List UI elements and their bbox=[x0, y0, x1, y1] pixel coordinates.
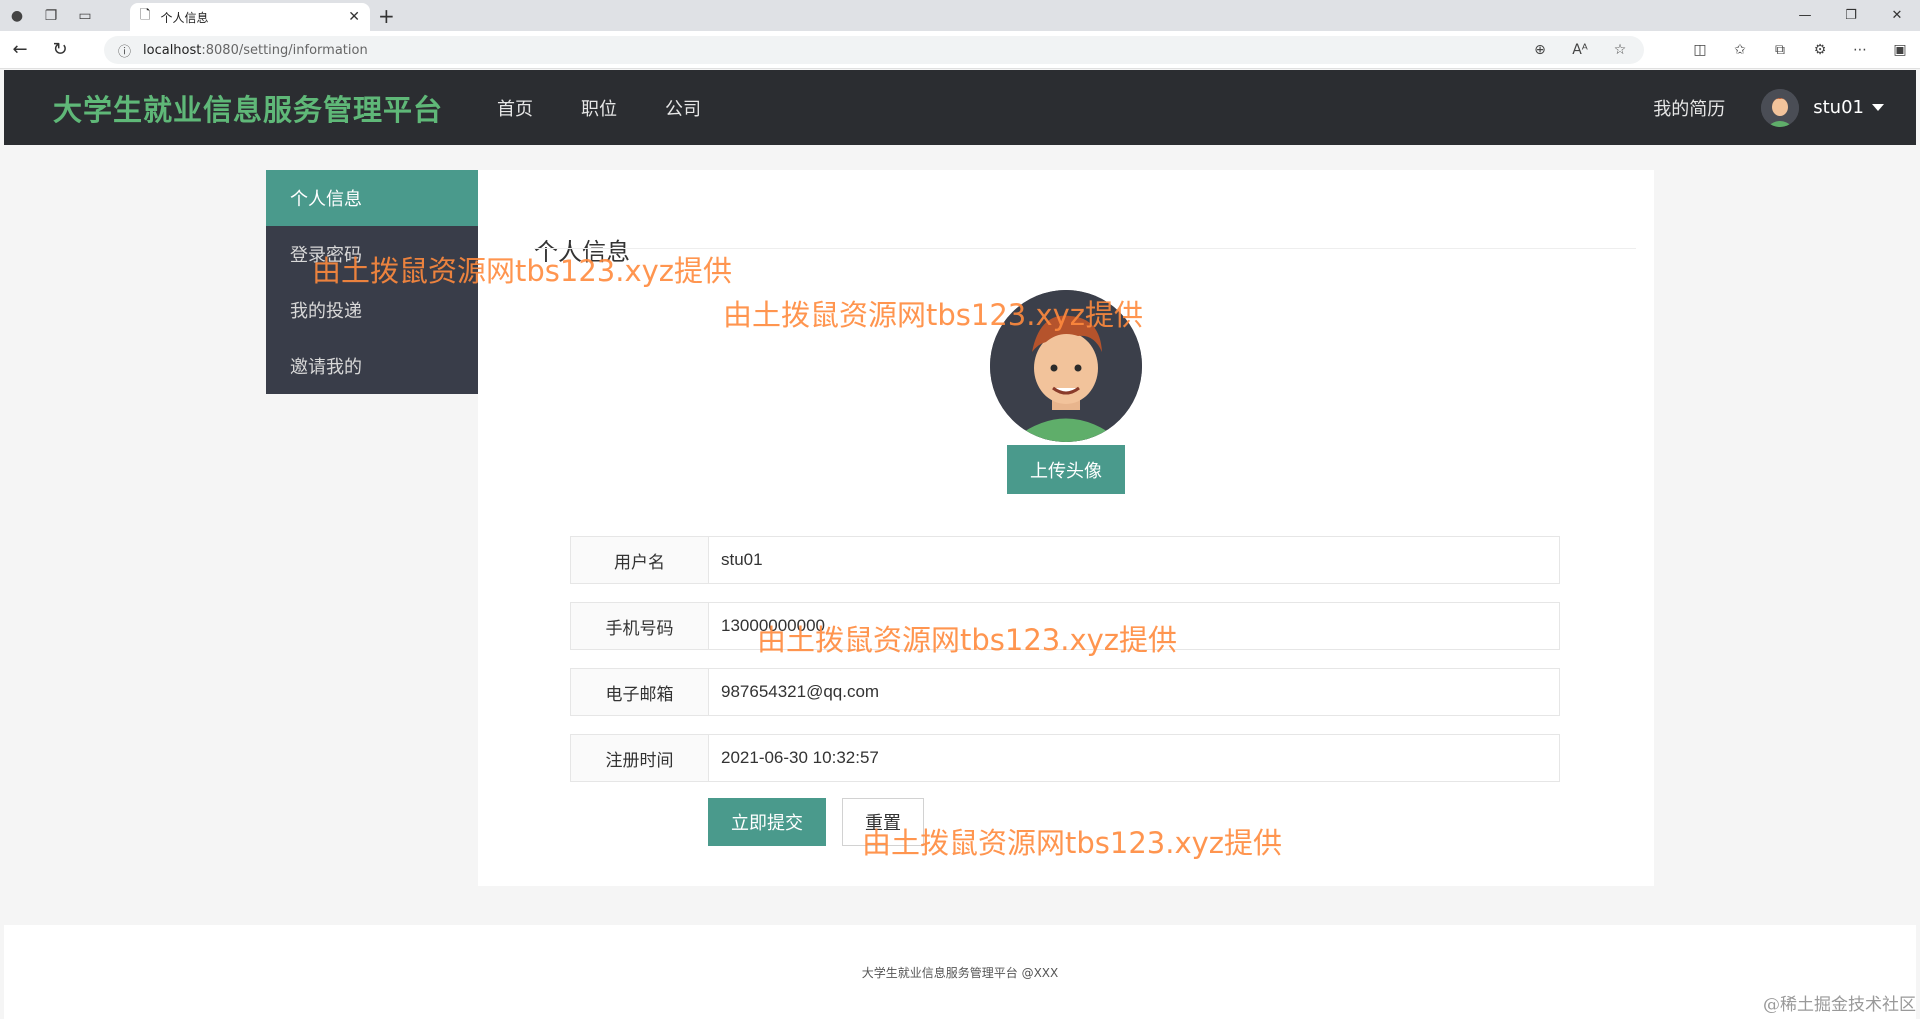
browser-actions: ◫ ✩ ⧉ ⚙ ⋯ ▣ bbox=[1680, 36, 1920, 64]
sidebar-toggle-icon[interactable]: ▣ bbox=[1880, 36, 1920, 64]
footer: 大学生就业信息服务管理平台 @XXX bbox=[4, 925, 1916, 1019]
read-aloud-icon[interactable]: Aᴬ bbox=[1560, 36, 1600, 64]
collections-toolbar-icon[interactable]: ⧉ bbox=[1760, 36, 1800, 64]
footer-text: 大学生就业信息服务管理平台 @XXX bbox=[861, 965, 1059, 980]
window-close-icon[interactable]: ✕ bbox=[1874, 0, 1920, 31]
nav-link-home[interactable]: 首页 bbox=[473, 95, 557, 121]
form-row-username: 用户名 stu01 bbox=[570, 536, 1560, 584]
split-screen-icon[interactable]: ◫ bbox=[1680, 36, 1720, 64]
registered-time-field[interactable]: 2021-06-30 10:32:57 bbox=[709, 735, 1559, 781]
window-controls: — ❐ ✕ bbox=[1782, 0, 1920, 31]
watermark-text: 由土拨鼠资源网tbs123.xyz提供 bbox=[723, 298, 1144, 332]
nav-links: 首页 职位 公司 bbox=[473, 95, 725, 121]
registered-label: 注册时间 bbox=[571, 735, 709, 781]
favorite-star-icon[interactable]: ☆ bbox=[1600, 36, 1640, 64]
page-icon: 🗋 bbox=[140, 8, 151, 23]
minimize-icon[interactable]: — bbox=[1782, 0, 1828, 31]
tab-title: 个人信息 bbox=[160, 10, 209, 25]
extensions-icon[interactable]: ⚙ bbox=[1800, 36, 1840, 64]
profile-icon[interactable]: ● bbox=[0, 0, 34, 31]
username-field[interactable]: stu01 bbox=[709, 537, 1559, 583]
watermark-text: 由土拨鼠资源网tbs123.xyz提供 bbox=[757, 623, 1178, 657]
avatar-face-icon bbox=[1761, 88, 1800, 127]
watermark-text: 由土拨鼠资源网tbs123.xyz提供 bbox=[312, 254, 733, 288]
browser-tabbar: ● ❐ ▭ 🗋 个人信息 ✕ + — ❐ ✕ bbox=[0, 0, 1920, 31]
my-resume-link[interactable]: 我的简历 bbox=[1653, 95, 1725, 121]
address-bar[interactable]: ⓘ localhost:8080/setting/information bbox=[104, 36, 1644, 64]
new-tab-icon[interactable]: + bbox=[378, 4, 395, 28]
tab-actions-icon[interactable]: ▭ bbox=[68, 0, 102, 31]
username-label: 用户名 bbox=[571, 537, 709, 583]
watermark-text: 由土拨鼠资源网tbs123.xyz提供 bbox=[862, 826, 1283, 860]
site-navbar: 大学生就业信息服务管理平台 首页 职位 公司 我的简历 stu01 bbox=[4, 70, 1916, 145]
phone-label: 手机号码 bbox=[571, 603, 709, 649]
site-brand[interactable]: 大学生就业信息服务管理平台 bbox=[53, 87, 443, 129]
nav-link-companies[interactable]: 公司 bbox=[641, 95, 725, 121]
email-field[interactable]: 987654321@qq.com bbox=[709, 669, 1559, 715]
submit-button[interactable]: 立即提交 bbox=[708, 798, 826, 846]
sidebar-item-applications[interactable]: 我的投递 bbox=[266, 282, 478, 338]
form-row-registered: 注册时间 2021-06-30 10:32:57 bbox=[570, 734, 1560, 782]
browser-toolbar: ← ↻ ⓘ localhost:8080/setting/information… bbox=[0, 31, 1920, 69]
more-icon[interactable]: ⋯ bbox=[1840, 36, 1880, 64]
form-row-email: 电子邮箱 987654321@qq.com bbox=[570, 668, 1560, 716]
username[interactable]: stu01 bbox=[1813, 97, 1864, 118]
upload-avatar-button[interactable]: 上传头像 bbox=[1007, 445, 1125, 494]
zoom-icon[interactable]: ⊕ bbox=[1520, 36, 1560, 64]
avatar[interactable] bbox=[1761, 88, 1800, 127]
sidebar-item-invitations[interactable]: 邀请我的 bbox=[266, 338, 478, 394]
corner-watermark: @稀土掘金技术社区 bbox=[1763, 995, 1916, 1015]
restore-icon[interactable]: ❐ bbox=[1828, 0, 1874, 31]
url-path: :8080/setting/information bbox=[201, 42, 368, 58]
email-label: 电子邮箱 bbox=[571, 669, 709, 715]
nav-link-jobs[interactable]: 职位 bbox=[557, 95, 641, 121]
back-icon[interactable]: ← bbox=[0, 31, 40, 69]
sidebar-item-profile[interactable]: 个人信息 bbox=[266, 170, 478, 226]
close-icon[interactable]: ✕ bbox=[348, 9, 360, 25]
chevron-down-icon[interactable] bbox=[1872, 104, 1884, 111]
collections-icon[interactable]: ❐ bbox=[34, 0, 68, 31]
url-host: localhost bbox=[143, 42, 202, 58]
favorites-icon[interactable]: ✩ bbox=[1720, 36, 1760, 64]
refresh-icon[interactable]: ↻ bbox=[40, 31, 80, 69]
nav-user-area: 我的简历 stu01 bbox=[1653, 70, 1884, 145]
address-tools: ⊕ Aᴬ ☆ bbox=[1520, 36, 1640, 64]
browser-tab[interactable]: 🗋 个人信息 ✕ bbox=[130, 3, 370, 31]
info-icon: ⓘ bbox=[118, 44, 132, 60]
